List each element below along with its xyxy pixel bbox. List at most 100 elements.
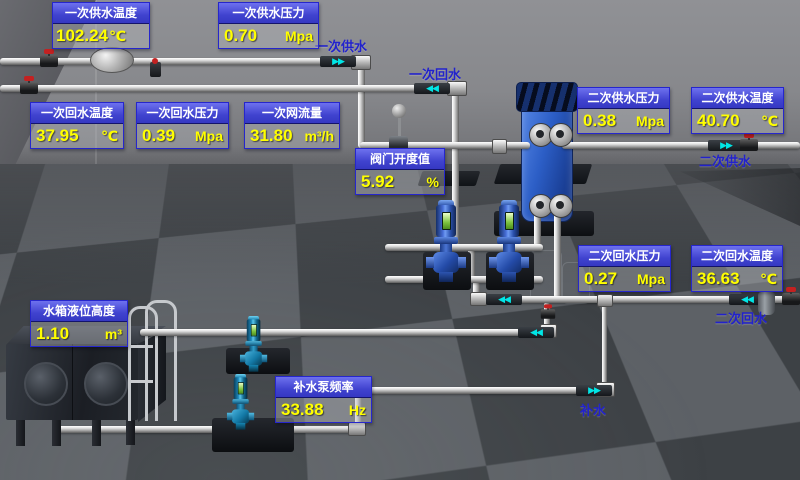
hmi-heating-station-screen: ▶▶ ◀◀ ▶▶ ◀◀ ◀◀ ◀◀ ▶▶: [0, 0, 800, 480]
gauge-primary-network-flow: 一次网流量 31.80 m³/h: [244, 102, 340, 149]
gauge-primary-return-pressure: 一次回水压力 0.39 Mpa: [136, 102, 229, 149]
gauge-primary-supply-temperature: 一次供水温度 102.24℃: [52, 2, 150, 49]
gauge-value: 37.95: [36, 126, 79, 146]
gauge-value: 1.10: [36, 324, 69, 344]
gauge-label: 一次供水压力: [219, 3, 318, 24]
gauge-secondary-return-pressure: 二次回水压力 0.27 Mpa: [578, 245, 671, 292]
hx-bottom-right-pipe: [554, 210, 561, 300]
tank-bottom-pipe: [55, 426, 365, 433]
tank-suction-pipe: [140, 329, 553, 336]
pipe-elbow: [348, 422, 366, 436]
hand-valve[interactable]: [782, 293, 800, 305]
ladder-rung: [131, 380, 153, 383]
gauge-unit: Mpa: [637, 271, 665, 287]
gauge-label: 二次回水压力: [579, 246, 670, 267]
gauge-value: 31.80: [250, 126, 293, 146]
pump-base: [212, 418, 294, 452]
gauge-value: 33.88: [281, 400, 324, 420]
gauge-value: 102.24: [56, 26, 108, 46]
pipe-label-secondary-return: 二次回水: [715, 308, 767, 327]
hand-valve[interactable]: [541, 309, 555, 319]
pipe-label-secondary-supply: 二次供水: [699, 151, 751, 170]
tank-leg: [126, 418, 135, 445]
gauge-unit: m³: [105, 326, 122, 342]
gauge-label: 水箱液位高度: [31, 301, 127, 322]
flow-indicator-tank-suction: ◀◀: [518, 327, 554, 338]
pipe-label-primary-return: 一次回水: [409, 64, 461, 83]
hx-port: [549, 123, 573, 147]
gauge-secondary-supply-pressure: 二次供水压力 0.38Mpa: [577, 87, 670, 134]
pipe-label-primary-supply: 一次供水: [315, 36, 367, 55]
pump-status-indicator: [442, 212, 451, 230]
pipe-elbow: [447, 81, 467, 96]
heat-exchanger-frame: [516, 82, 578, 112]
pump-foot: [249, 365, 259, 372]
pump-status-indicator: [251, 324, 257, 336]
gauge-secondary-supply-temperature: 二次供水温度 40.70℃: [691, 87, 784, 134]
gauge-primary-return-temperature: 一次回水温度 37.95 ℃: [30, 102, 124, 149]
gauge-unit: Mpa: [285, 28, 313, 44]
gauge-unit: Hz: [349, 402, 366, 418]
flow-indicator-makeup: ▶▶: [576, 385, 612, 396]
hand-valve[interactable]: [20, 82, 38, 94]
makeup-riser: [602, 302, 607, 390]
gauge-label: 一次回水温度: [31, 103, 123, 124]
pump-collar: [434, 237, 458, 244]
pipe-elbow: [470, 292, 487, 306]
gauge-unit: ℃: [761, 113, 778, 130]
circulation-pump-1[interactable]: [429, 200, 463, 284]
pump-volute: [496, 252, 522, 273]
flow-indicator-primary-supply: ▶▶: [320, 56, 356, 67]
pump-collar: [497, 237, 521, 244]
pipe-tee: [597, 294, 613, 307]
gauge-label: 一次网流量: [245, 103, 339, 124]
flow-indicator-secondary-supply: ▶▶: [708, 140, 744, 151]
gauge-unit: m³/h: [304, 128, 334, 144]
makeup-pump-2[interactable]: [229, 374, 252, 431]
gauge-value: 0.70: [224, 26, 257, 46]
pump-foot: [236, 423, 246, 430]
tank-leg: [52, 420, 61, 446]
circulation-pump-2[interactable]: [492, 200, 526, 284]
gauge-unit: Mpa: [195, 128, 223, 144]
tank-leg: [16, 418, 25, 446]
pump-foot: [502, 272, 516, 282]
gauge-label: 补水泵频率: [276, 377, 371, 398]
gauge-value: 0.27: [584, 269, 617, 289]
gauge-value: 0.38: [583, 111, 616, 131]
pipe-label-makeup-water: 补水: [580, 400, 606, 419]
pump-status-indicator: [505, 212, 514, 230]
pump-foot: [439, 272, 453, 282]
makeup-pump-1[interactable]: [242, 316, 265, 373]
gauge-valve-opening: 阀门开度值 5.92%: [355, 148, 445, 195]
tank-hatch: [84, 362, 128, 406]
hx-port: [549, 194, 573, 218]
flow-indicator-secondary-return: ◀◀: [486, 294, 522, 305]
gauge-label: 一次回水压力: [137, 103, 228, 124]
gauge-unit: ℃: [109, 28, 126, 45]
hand-valve[interactable]: [740, 139, 758, 151]
pipe-coupler: [492, 139, 507, 154]
gauge-unit: %: [427, 174, 439, 190]
tank-ladder: [145, 300, 177, 421]
pump-volute: [245, 351, 263, 365]
gauge-primary-supply-pressure: 一次供水压力 0.70 Mpa: [218, 2, 319, 49]
gauge-makeup-pump-frequency: 补水泵频率 33.88 Hz: [275, 376, 372, 423]
gauge-label: 二次供水压力: [578, 88, 669, 109]
gauge-label: 阀门开度值: [356, 149, 444, 170]
primary-supply-riser: [358, 62, 365, 148]
gauge-tank-level: 水箱液位高度 1.10 m³: [30, 300, 128, 347]
hand-valve[interactable]: [40, 55, 58, 67]
control-valve-actuator[interactable]: [392, 104, 406, 118]
gauge-unit: ℃: [101, 128, 118, 145]
pressure-sensor: [150, 62, 161, 77]
gauge-label: 二次供水温度: [692, 88, 783, 109]
gauge-value: 0.39: [142, 126, 175, 146]
gauge-value: 36.63: [697, 269, 740, 289]
pump-volute: [232, 409, 250, 423]
strainer: [90, 47, 134, 73]
tank-leg: [92, 420, 101, 446]
makeup-water-pipe: [357, 387, 612, 394]
gauge-unit: ℃: [760, 271, 777, 288]
gauge-secondary-return-temperature: 二次回水温度 36.63℃: [691, 245, 783, 292]
